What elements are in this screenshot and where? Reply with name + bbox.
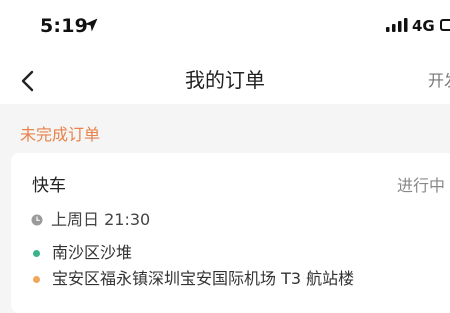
- clock-icon: [31, 214, 43, 226]
- end-point-dot: [33, 276, 40, 283]
- section-label: 未完成订单: [20, 125, 101, 144]
- status-time: 5:19: [40, 15, 89, 37]
- battery-icon: [440, 19, 450, 31]
- nav-right-button[interactable]: 开发: [428, 70, 450, 92]
- network-label: 4G: [412, 17, 435, 35]
- order-time: 上周日 21:30: [51, 210, 151, 229]
- signal-icon: [386, 18, 408, 32]
- location-arrow-icon: [84, 18, 98, 32]
- start-point-dot: [33, 250, 40, 257]
- order-card[interactable]: 快车 进行中 上周日 21:30 南沙区沙堆 宝安区福永镇深圳宝安国际机场 T3…: [11, 153, 450, 313]
- order-type: 快车: [32, 176, 66, 196]
- end-address: 宝安区福永镇深圳宝安国际机场 T3 航站楼: [52, 269, 355, 288]
- page-title: 我的订单: [185, 68, 265, 92]
- order-status: 进行中: [397, 176, 446, 195]
- header-area: 5:19 4G 我的订单 开发: [0, 0, 450, 104]
- start-address: 南沙区沙堆: [52, 243, 133, 262]
